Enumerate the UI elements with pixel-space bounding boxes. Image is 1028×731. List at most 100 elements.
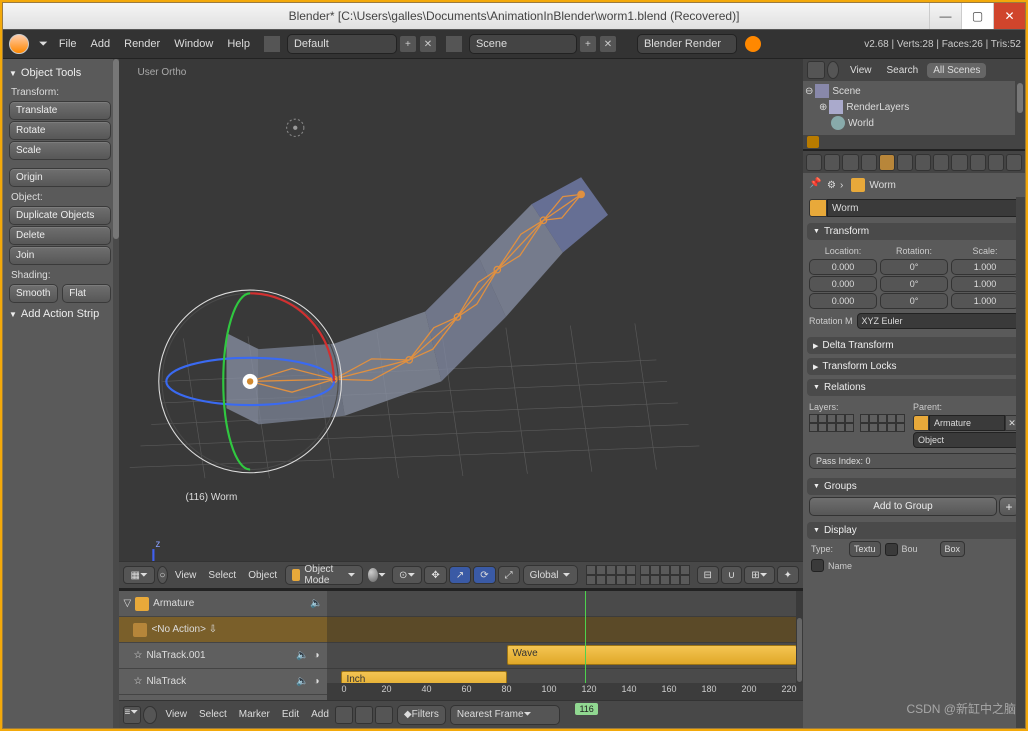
- scene-selector[interactable]: Scene: [469, 34, 577, 54]
- tab-world[interactable]: [861, 154, 877, 171]
- collapse-menus[interactable]: [143, 706, 157, 724]
- loc-z[interactable]: 0.000: [809, 293, 877, 309]
- rot-x[interactable]: 0°: [880, 259, 948, 275]
- view-menu[interactable]: View: [169, 570, 203, 581]
- wand-icon[interactable]: [807, 136, 819, 148]
- menu-help[interactable]: Help: [220, 38, 257, 50]
- tab-physics[interactable]: [1006, 154, 1022, 171]
- transform-locks-header[interactable]: Transform Locks: [807, 358, 1021, 375]
- display-type-selector[interactable]: Textu: [849, 541, 881, 557]
- nla-scrollbar[interactable]: [796, 591, 803, 683]
- display-header[interactable]: Display: [807, 522, 1021, 539]
- orientation-selector[interactable]: Global⏷: [523, 565, 578, 585]
- scene-add[interactable]: +: [579, 35, 597, 53]
- maximize-button[interactable]: ▢: [961, 3, 993, 29]
- editor-type-icon[interactable]: ▦⏷: [123, 566, 154, 584]
- nla-add-menu[interactable]: Add: [305, 709, 335, 720]
- nla-noaction-row[interactable]: <No Action> ⇩: [119, 617, 327, 643]
- mode-selector[interactable]: Object Mode⏷: [285, 565, 362, 585]
- screen-layout-icon[interactable]: [263, 35, 281, 53]
- object-layers[interactable]: [809, 414, 905, 432]
- object-name-input[interactable]: [827, 199, 1019, 217]
- layout-remove[interactable]: ✕: [419, 35, 437, 53]
- manipulator-toggle[interactable]: ✥: [424, 566, 446, 584]
- tab-constraints[interactable]: [897, 154, 913, 171]
- scene-remove[interactable]: ✕: [599, 35, 617, 53]
- relations-header[interactable]: Relations: [807, 379, 1021, 396]
- strip-wave[interactable]: Wave: [507, 645, 797, 665]
- delete-button[interactable]: Delete: [9, 226, 111, 245]
- layout-selector[interactable]: Default: [287, 34, 397, 54]
- mute-icon[interactable]: 🔈: [295, 676, 309, 687]
- rotate-button[interactable]: Rotate: [9, 121, 111, 140]
- operator-panel-header[interactable]: Add Action Strip: [7, 304, 113, 324]
- scale-manipulator-icon[interactable]: ⤢: [498, 566, 520, 584]
- bounds-checkbox[interactable]: [885, 543, 898, 556]
- menu-add[interactable]: Add: [84, 38, 118, 50]
- rot-y[interactable]: 0°: [880, 276, 948, 292]
- mute-icon[interactable]: 🔈: [309, 598, 323, 609]
- join-button[interactable]: Join: [9, 246, 111, 265]
- tab-texture[interactable]: [970, 154, 986, 171]
- shading-selector[interactable]: [368, 568, 378, 582]
- collapse-menus[interactable]: [827, 61, 839, 79]
- tab-object[interactable]: [879, 154, 895, 171]
- outliner-view[interactable]: View: [844, 63, 878, 78]
- nla-marker-menu[interactable]: Marker: [233, 709, 276, 720]
- transform-header[interactable]: Transform: [807, 223, 1021, 240]
- parent-type-selector[interactable]: Object: [913, 432, 1019, 448]
- outliner-allscenes[interactable]: All Scenes: [927, 63, 986, 78]
- scene-icon[interactable]: [445, 35, 463, 53]
- nla-track-1[interactable]: ☆ NlaTrack.001 🔈 ◑: [119, 643, 327, 669]
- nla-armature-row[interactable]: ▽ Armature 🔈: [119, 591, 327, 617]
- duplicate-button[interactable]: Duplicate Objects: [9, 206, 111, 225]
- translate-button[interactable]: Translate: [9, 101, 111, 120]
- snap-type-icon[interactable]: ⊞⏷: [744, 566, 774, 584]
- object-tools-header[interactable]: Object Tools: [7, 63, 113, 83]
- scale-button[interactable]: Scale: [9, 141, 111, 160]
- nla-editor-icon[interactable]: ≡⏷: [123, 706, 141, 724]
- solo-icon[interactable]: ◑: [309, 650, 323, 661]
- scene-crumb-icon[interactable]: ⚙: [827, 180, 836, 191]
- delta-transform-header[interactable]: Delta Transform: [807, 337, 1021, 354]
- tab-particles[interactable]: [988, 154, 1004, 171]
- rotation-mode-selector[interactable]: XYZ Euler: [857, 313, 1019, 329]
- scl-y[interactable]: 1.000: [951, 276, 1019, 292]
- bounds-type-selector[interactable]: Box: [940, 541, 966, 557]
- menu-render[interactable]: Render: [117, 38, 167, 50]
- origin-button[interactable]: Origin: [9, 168, 111, 187]
- rot-z[interactable]: 0°: [880, 293, 948, 309]
- outliner-scrollbar[interactable]: [1015, 81, 1025, 135]
- render-engine-selector[interactable]: Blender Render: [637, 34, 737, 54]
- minimize-button[interactable]: —: [929, 3, 961, 29]
- object-name-field[interactable]: [809, 199, 1019, 217]
- parent-field[interactable]: Armature✕: [913, 415, 1019, 431]
- rotate-manipulator-icon[interactable]: ⟳: [473, 566, 495, 584]
- blender-icon[interactable]: [9, 34, 29, 54]
- tab-modifiers[interactable]: [915, 154, 931, 171]
- scl-x[interactable]: 1.000: [951, 259, 1019, 275]
- menu-window[interactable]: Window: [167, 38, 220, 50]
- loc-y[interactable]: 0.000: [809, 276, 877, 292]
- mute-icon[interactable]: 🔈: [295, 650, 309, 661]
- tab-data[interactable]: [933, 154, 949, 171]
- select-menu[interactable]: Select: [202, 570, 242, 581]
- translate-manipulator-icon[interactable]: ↗: [449, 566, 471, 584]
- groups-header[interactable]: Groups: [807, 478, 1021, 495]
- outliner-search[interactable]: Search: [881, 63, 925, 78]
- outliner-editor-icon[interactable]: [807, 61, 825, 79]
- properties-scrollbar[interactable]: [1016, 197, 1025, 728]
- add-to-group-button[interactable]: Add to Group: [809, 497, 997, 516]
- nla-view-menu[interactable]: View: [159, 709, 193, 720]
- name-checkbox[interactable]: [811, 559, 824, 572]
- layout-add[interactable]: +: [399, 35, 417, 53]
- autosnap-selector[interactable]: Nearest Frame ⏷: [450, 705, 560, 725]
- tab-material[interactable]: [951, 154, 967, 171]
- nla-edit-menu[interactable]: Edit: [276, 709, 305, 720]
- render-preview-icon[interactable]: ✦: [777, 566, 799, 584]
- pivot-selector[interactable]: ⊙⏷: [392, 566, 422, 584]
- nla-select-menu[interactable]: Select: [193, 709, 233, 720]
- filters-button[interactable]: ◆ Filters: [397, 705, 446, 725]
- snap-icon[interactable]: [355, 706, 373, 724]
- menu-file[interactable]: File: [52, 38, 84, 50]
